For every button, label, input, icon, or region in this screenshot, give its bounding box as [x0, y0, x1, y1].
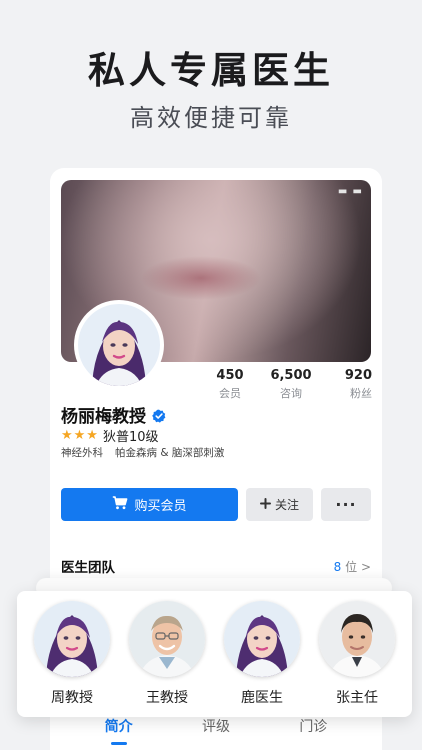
team-member[interactable]: 张主任 [316, 601, 398, 717]
team-count-unit: 位 > [345, 560, 371, 574]
specialty-tags: 神经外科 帕金森病 & 脑深部刺激 [61, 445, 224, 460]
rating-level: 狄普10级 [102, 430, 159, 445]
tag-specialty: 帕金森病 & 脑深部刺激 [115, 447, 225, 459]
tab-intro[interactable]: 简介 [84, 716, 154, 745]
verified-badge-icon [152, 408, 166, 423]
stat-label: 粉丝 [350, 387, 372, 400]
cart-icon [112, 495, 128, 514]
follow-label: 关注 [274, 498, 299, 512]
cover-menu-icon[interactable]: ▬ ▬ [338, 186, 363, 197]
stat-fans[interactable]: 920 粉丝 [332, 368, 372, 401]
doctor-name: 杨丽梅教授 [61, 407, 146, 427]
buy-membership-label: 购买会员 [134, 499, 187, 514]
profile-tabs: 简介 评级 门诊 [50, 716, 382, 745]
stat-label: 咨询 [280, 387, 302, 400]
team-member[interactable]: 王教授 [126, 601, 208, 717]
avatar-woman-icon [78, 304, 160, 386]
avatar-woman-icon [224, 601, 300, 677]
rating-stars: ★★★ [61, 428, 99, 443]
team-count-value: 8 [333, 560, 342, 574]
team-card: 周教授 王教授 鹿医生 张主任 [17, 591, 412, 717]
stat-value: 6,500 [270, 368, 312, 383]
team-member-name: 王教授 [146, 690, 188, 706]
stat-members[interactable]: 450 会员 [210, 368, 250, 401]
more-icon: ··· [335, 495, 357, 514]
stat-label: 会员 [219, 387, 241, 400]
tab-rating[interactable]: 评级 [181, 716, 251, 736]
team-member-name: 周教授 [51, 690, 93, 706]
team-member-name: 鹿医生 [241, 690, 283, 706]
headline: 私人专属医生 [88, 49, 334, 92]
team-count-link[interactable]: 8 位 > [334, 558, 371, 575]
stat-value: 450 [216, 368, 244, 383]
buy-membership-button[interactable]: 购买会员 [61, 488, 238, 521]
avatar-woman-icon [34, 601, 110, 677]
profile-stats: 450 会员 6,500 咨询 920 粉丝 [210, 368, 372, 401]
team-member[interactable]: 鹿医生 [221, 601, 303, 717]
rating-row: ★★★ 狄普10级 [61, 426, 159, 445]
stat-consultations[interactable]: 6,500 咨询 [270, 368, 311, 401]
more-button[interactable]: ··· [321, 488, 371, 521]
team-member[interactable]: 周教授 [31, 601, 113, 717]
follow-button[interactable]: 关注 [246, 488, 313, 521]
plus-icon [259, 497, 271, 512]
team-member-name: 张主任 [336, 690, 378, 706]
avatar-man-icon [319, 601, 395, 677]
team-section-title: 医生团队 [61, 560, 115, 576]
tag-department: 神经外科 [61, 447, 103, 459]
doctor-name-row: 杨丽梅教授 [61, 402, 166, 427]
doctor-avatar[interactable] [74, 300, 164, 390]
subheadline: 高效便捷可靠 [130, 104, 292, 132]
stat-value: 920 [344, 368, 372, 383]
tab-clinic[interactable]: 门诊 [278, 716, 348, 736]
avatar-man-icon [129, 601, 205, 677]
